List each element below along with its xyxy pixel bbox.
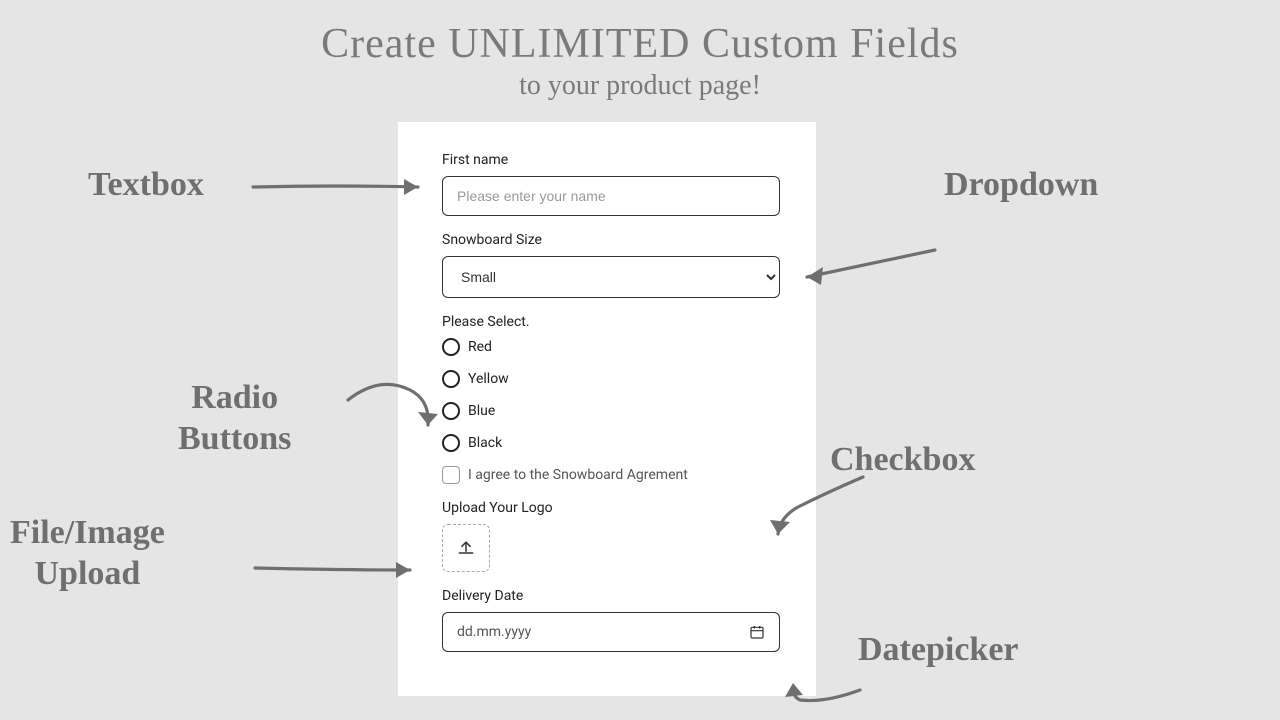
arrow-dropdown-icon [795, 245, 945, 305]
callout-upload: File/Image Upload [10, 513, 165, 595]
upload-label: Upload Your Logo [442, 500, 780, 516]
checkbox-label-text: I agree to the Snowboard Agrement [468, 467, 688, 483]
radio-label-text: Blue [468, 403, 495, 419]
date-label: Delivery Date [442, 588, 780, 604]
radio-group: Red Yellow Blue Black [442, 338, 780, 452]
size-select[interactable]: Small [442, 256, 780, 298]
callout-textbox: Textbox [88, 165, 204, 206]
callout-dropdown: Dropdown [944, 165, 1098, 206]
agreement-checkbox[interactable]: I agree to the Snowboard Agrement [442, 466, 780, 484]
radio-circle-icon [442, 338, 460, 356]
page-subtitle: to your product page! [0, 70, 1280, 102]
page-title: Create UNLIMITED Custom Fields [0, 20, 1280, 68]
radio-group-label: Please Select. [442, 314, 780, 330]
date-placeholder-text: dd.mm.yyyy [457, 624, 531, 640]
radio-option-red[interactable]: Red [442, 338, 780, 356]
calendar-icon [749, 624, 765, 640]
arrow-datepicker-icon [785, 655, 875, 715]
arrow-textbox-icon [248, 157, 438, 217]
radio-option-blue[interactable]: Blue [442, 402, 780, 420]
checkbox-box-icon [442, 466, 460, 484]
upload-button[interactable] [442, 524, 490, 572]
first-name-label: First name [442, 152, 780, 168]
radio-label-text: Yellow [468, 371, 509, 387]
arrow-upload-icon [250, 540, 430, 600]
first-name-input[interactable] [442, 176, 780, 216]
arrow-radio-icon [340, 370, 450, 450]
radio-label-text: Black [468, 435, 502, 451]
callout-datepicker: Datepicker [858, 630, 1019, 671]
arrow-checkbox-icon [768, 472, 878, 552]
size-label: Snowboard Size [442, 232, 780, 248]
callout-radio: Radio Buttons [178, 378, 291, 460]
heading-block: Create UNLIMITED Custom Fields to your p… [0, 0, 1280, 102]
form-card: First name Snowboard Size Small Please S… [398, 122, 816, 696]
radio-option-yellow[interactable]: Yellow [442, 370, 780, 388]
callout-upload-line1: File/Image [10, 514, 165, 551]
radio-label-text: Red [468, 339, 492, 355]
callout-radio-line2: Buttons [178, 420, 291, 457]
radio-option-black[interactable]: Black [442, 434, 780, 452]
upload-icon [456, 538, 476, 558]
callout-radio-line1: Radio [191, 379, 278, 416]
date-input[interactable]: dd.mm.yyyy [442, 612, 780, 652]
callout-upload-line2: Upload [35, 555, 141, 592]
